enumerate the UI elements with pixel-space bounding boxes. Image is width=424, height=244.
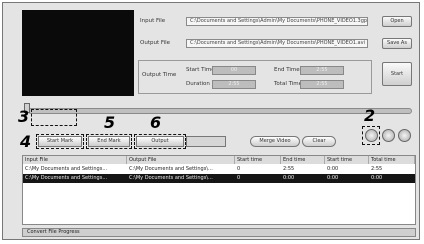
table-cell: C:\My Documents and Settings\...: [129, 175, 213, 181]
open-button[interactable]: Open: [382, 16, 412, 27]
input-file-label: Input File: [140, 18, 166, 24]
seek-bar[interactable]: [28, 108, 412, 114]
callout-number-5: 5: [104, 113, 116, 132]
callout-box-4: [36, 134, 84, 149]
output-file-field[interactable]: C:\Documents and Settings\Admin\My Docum…: [186, 39, 368, 48]
output-time-label: Output Time: [142, 72, 177, 78]
output-file-label: Output File: [140, 40, 171, 46]
stop-icon[interactable]: [398, 129, 411, 142]
column-header-end-time[interactable]: End time: [281, 156, 325, 164]
table-cell: 0:00: [327, 175, 339, 181]
column-header-start-time[interactable]: Start time: [235, 156, 281, 164]
toolbar-spacer: [186, 136, 226, 147]
callout-box-6: [134, 134, 186, 149]
pause-icon[interactable]: [382, 129, 395, 142]
column-header-start-time-2[interactable]: Start time: [325, 156, 369, 164]
table-cell: 0:00: [283, 175, 295, 181]
table-cell: 0: [237, 175, 241, 181]
start-button[interactable]: Start: [382, 62, 412, 86]
table-row-selected[interactable]: C:\My Documents and Settings... C:\My Do…: [23, 174, 415, 183]
video-preview: [22, 10, 134, 96]
total-time-field: 2:55: [300, 80, 344, 89]
table-cell: C:\My Documents and Settings\...: [129, 166, 213, 172]
callout-number-6: 6: [150, 113, 162, 132]
merge-video-button[interactable]: Merge Video: [250, 136, 300, 147]
duration-label: Duration: [186, 81, 210, 87]
start-time-field[interactable]: 00: [212, 66, 256, 75]
table-cell: 2:55: [371, 166, 383, 172]
table-cell: 0:00: [327, 166, 339, 172]
input-file-field[interactable]: C:\Documents and Settings\Admin\My Docum…: [186, 17, 368, 26]
end-time-label: End Time: [274, 67, 300, 73]
file-list-table: Input File Output File Start time End ti…: [22, 155, 416, 225]
callout-box-5: [86, 134, 132, 149]
start-time-label: Start Time: [186, 67, 215, 73]
column-header-input-file[interactable]: Input File: [23, 156, 127, 164]
status-bar: Convert File Progress: [22, 228, 416, 237]
callout-box-2: [362, 126, 380, 145]
table-cell: C:\My Documents and Settings...: [25, 175, 108, 181]
table-row[interactable]: C:\My Documents and Settings... C:\My Do…: [23, 165, 415, 174]
duration-field[interactable]: 2:55: [212, 80, 256, 89]
table-cell: C:\My Documents and Settings...: [25, 166, 108, 172]
end-time-field[interactable]: 2:55: [300, 66, 344, 75]
table-cell: 2:55: [283, 166, 295, 172]
table-cell: 0:00: [371, 175, 383, 181]
callout-box-3: [31, 109, 77, 126]
total-time-label: Total Time: [274, 81, 303, 87]
callout-number-3: 3: [18, 107, 30, 126]
callout-number-4: 4: [20, 132, 32, 151]
callout-number-2: 2: [364, 106, 376, 125]
table-cell: 0: [237, 166, 241, 172]
clear-button[interactable]: Clear: [302, 136, 336, 147]
column-header-output-file[interactable]: Output File: [127, 156, 235, 164]
column-header-total-time[interactable]: Total time: [369, 156, 415, 164]
save-as-button[interactable]: Save As: [382, 38, 412, 49]
